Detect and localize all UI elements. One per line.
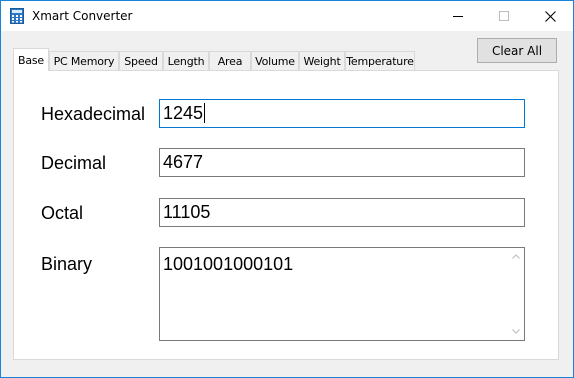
minimize-button[interactable] bbox=[435, 1, 481, 31]
octal-input[interactable]: 11105 bbox=[159, 198, 525, 227]
tab-volume[interactable]: Volume bbox=[251, 51, 299, 70]
binary-textarea[interactable]: 1001001000101 bbox=[159, 247, 525, 341]
hexadecimal-input[interactable]: 1245 bbox=[159, 99, 525, 128]
decimal-value: 4677 bbox=[163, 152, 204, 172]
chevron-down-icon bbox=[511, 329, 520, 334]
maximize-button[interactable] bbox=[481, 1, 527, 31]
tab-weight[interactable]: Weight bbox=[299, 51, 345, 70]
close-icon bbox=[544, 10, 556, 22]
tab-length[interactable]: Length bbox=[163, 51, 209, 70]
clear-all-button[interactable]: Clear All bbox=[477, 38, 557, 63]
decimal-input[interactable]: 4677 bbox=[159, 148, 525, 177]
decimal-label: Decimal bbox=[41, 153, 107, 173]
chevron-up-icon bbox=[511, 254, 520, 259]
window-title: Xmart Converter bbox=[32, 9, 133, 23]
tab-temperature[interactable]: Temperature bbox=[345, 51, 415, 70]
vertical-scrollbar[interactable] bbox=[507, 248, 524, 340]
close-button[interactable] bbox=[527, 1, 573, 31]
text-caret bbox=[204, 103, 206, 123]
octal-label: Octal bbox=[41, 203, 84, 223]
maximize-icon bbox=[499, 11, 509, 21]
binary-label: Binary bbox=[41, 254, 93, 274]
binary-value: 1001001000101 bbox=[163, 254, 294, 274]
octal-value: 11105 bbox=[163, 202, 211, 222]
tab-area[interactable]: Area bbox=[209, 51, 251, 70]
tab-speed[interactable]: Speed bbox=[119, 51, 163, 70]
tab-base[interactable]: Base bbox=[13, 48, 49, 71]
hexadecimal-label: Hexadecimal bbox=[41, 104, 146, 124]
scroll-down-button[interactable] bbox=[507, 323, 524, 340]
calculator-icon bbox=[10, 8, 24, 24]
scroll-up-button[interactable] bbox=[507, 248, 524, 265]
tab-pc-memory[interactable]: PC Memory bbox=[49, 51, 119, 70]
hexadecimal-value: 1245 bbox=[163, 103, 204, 123]
app-window: Xmart Converter Clear All Base PC Memory… bbox=[0, 0, 574, 378]
minimize-icon bbox=[453, 16, 463, 17]
title-bar[interactable]: Xmart Converter bbox=[1, 1, 573, 31]
